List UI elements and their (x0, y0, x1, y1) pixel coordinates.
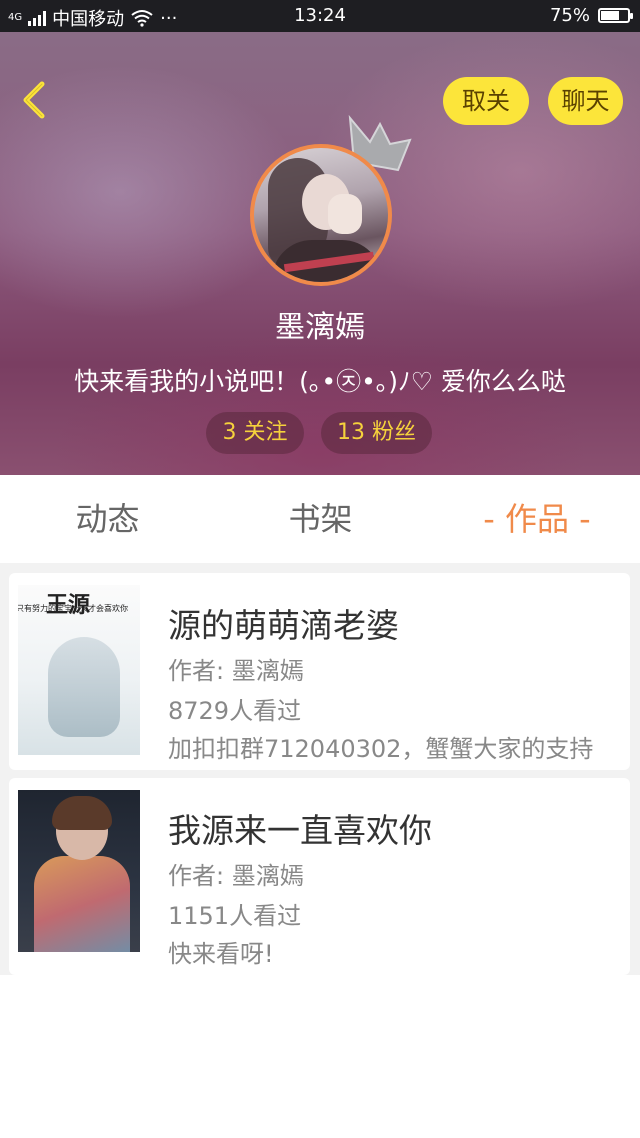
book-cover: 王源 只有努力的宝宝上天才会喜欢你 (18, 585, 140, 755)
book-description: 快来看呀! (168, 940, 274, 968)
book-title: 源的萌萌滴老婆 (168, 606, 399, 645)
book-author: 作者: 墨漓嫣 (168, 862, 304, 890)
list-item[interactable]: 我源来一直喜欢你 作者: 墨漓嫣 1151人看过 快来看呀! (9, 778, 630, 975)
following-count-button[interactable]: 3 关注 (206, 412, 304, 454)
user-bio: 快来看我的小说吧！(｡•㉨•｡)ﾉ♡ 爱你么么哒 (74, 367, 566, 396)
book-views: 8729人看过 (168, 697, 302, 725)
unfollow-button[interactable]: 取关 (443, 77, 529, 125)
battery-icon (598, 8, 633, 23)
book-views: 1151人看过 (168, 902, 302, 930)
status-right: 75% (549, 5, 633, 26)
tab-bookshelf[interactable]: 书架 (258, 475, 383, 563)
chevron-left-icon (23, 81, 45, 119)
book-title: 我源来一直喜欢你 (168, 811, 432, 850)
avatar[interactable] (250, 144, 392, 286)
tab-works[interactable]: - 作品 - (462, 475, 612, 563)
book-description: 加扣扣群712040302，蟹蟹大家的支持 (168, 735, 594, 763)
empty-area (0, 975, 640, 1138)
works-list: 王源 只有努力的宝宝上天才会喜欢你 源的萌萌滴老婆 作者: 墨漓嫣 8729人看… (0, 563, 640, 975)
status-time: 13:24 (294, 5, 346, 26)
book-author: 作者: 墨漓嫣 (168, 657, 304, 685)
back-button[interactable] (14, 78, 58, 122)
status-bar: 4G 中国移动 ··· 13:24 75% (0, 0, 640, 32)
cover-subtitle: 只有努力的宝宝上天才会喜欢你 (18, 604, 128, 613)
profile-tabs: 动态 书架 - 作品 - (0, 475, 640, 563)
tab-dynamics[interactable]: 动态 (45, 475, 170, 563)
profile-header: 取关 聊天 墨漓嫣 快来看我的小说吧！(｡•㉨•｡)ﾉ♡ 爱你么么哒 3 关注 … (0, 32, 640, 475)
username: 墨漓嫣 (275, 310, 365, 345)
book-cover (18, 790, 140, 952)
list-item[interactable]: 王源 只有努力的宝宝上天才会喜欢你 源的萌萌滴老婆 作者: 墨漓嫣 8729人看… (9, 573, 630, 770)
chat-button[interactable]: 聊天 (548, 77, 623, 125)
fans-count-button[interactable]: 13 粉丝 (321, 412, 432, 454)
battery-percent: 75% (549, 5, 590, 26)
